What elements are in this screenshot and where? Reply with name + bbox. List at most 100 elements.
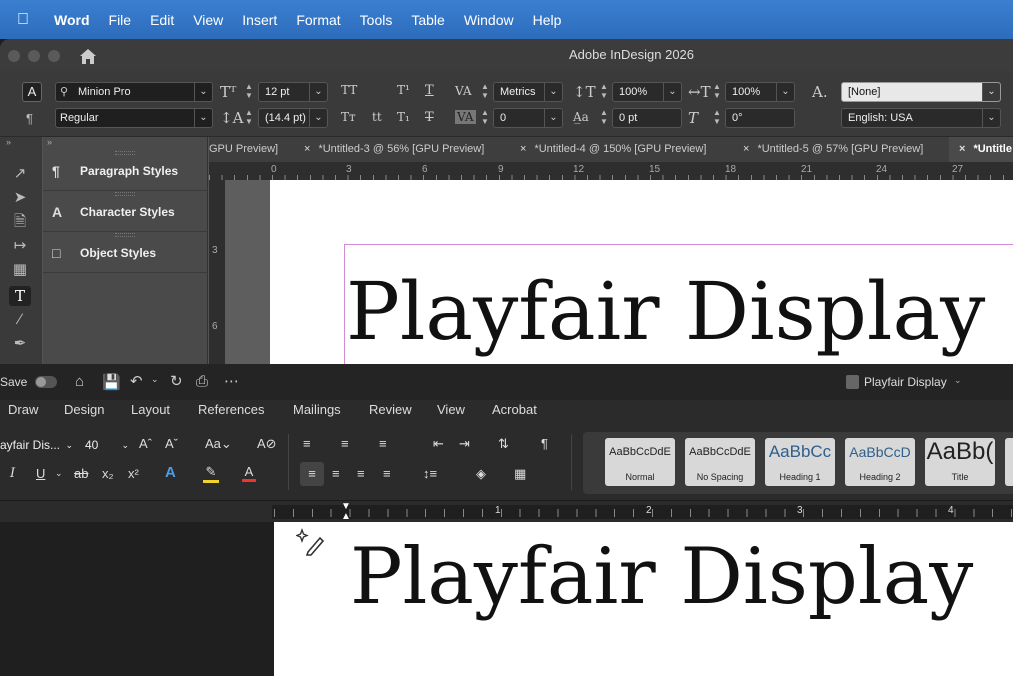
line-tool-icon[interactable]: ∕	[9, 310, 31, 330]
superscript-icon[interactable]: T¹	[397, 83, 410, 97]
character-style-field[interactable]: [None] ⌄	[841, 82, 1001, 102]
superscript-icon[interactable]: x²	[128, 466, 139, 481]
tab-draw[interactable]: Draw	[8, 402, 38, 417]
save-icon[interactable]: 💾	[102, 373, 121, 391]
menu-window[interactable]: Window	[464, 12, 514, 28]
horizontal-scale-stepper[interactable]: ▲ ▼	[711, 82, 723, 102]
chevron-down-icon[interactable]: ⌄	[309, 109, 327, 127]
grow-font-icon[interactable]: Aˆ	[139, 436, 152, 451]
close-icon[interactable]: ×	[743, 143, 749, 155]
chevron-down-icon[interactable]: ⌄	[309, 83, 327, 101]
panel-object-styles[interactable]: □ Object Styles	[43, 233, 208, 273]
skew-field[interactable]: 0°	[725, 108, 795, 128]
tab-view[interactable]: View	[437, 402, 465, 417]
close-icon[interactable]: ×	[959, 143, 965, 155]
increase-indent-icon[interactable]: ⇥	[459, 436, 470, 452]
menu-app-name[interactable]: Word	[54, 12, 90, 28]
home-icon[interactable]: ⌂	[75, 373, 84, 390]
menu-table[interactable]: Table	[411, 12, 444, 28]
strikethrough-icon[interactable]: ab	[74, 466, 88, 481]
chevron-down-icon[interactable]: ⌄	[65, 434, 73, 456]
tab-review[interactable]: Review	[369, 402, 412, 417]
chevron-down-icon[interactable]: ⌄	[544, 83, 562, 101]
panel-paragraph-styles[interactable]: ¶ Paragraph Styles	[43, 151, 208, 191]
leading-stepper[interactable]: ▲ ▼	[243, 108, 255, 128]
change-case-icon[interactable]: Aa⌄	[205, 436, 232, 452]
leading-field[interactable]: (14.4 pt) ⌄	[258, 108, 328, 128]
chevron-down-icon[interactable]: ⌄	[194, 109, 212, 127]
menu-help[interactable]: Help	[533, 12, 562, 28]
kerning-stepper[interactable]: ▲ ▼	[479, 82, 491, 102]
direct-selection-tool-icon[interactable]: ➤	[9, 188, 31, 208]
font-family-field[interactable]: ⚲ Minion Pro ⌄	[55, 82, 213, 102]
shrink-font-icon[interactable]: Aˇ	[165, 436, 178, 451]
menu-tools[interactable]: Tools	[360, 12, 393, 28]
panel-character-styles[interactable]: A Character Styles	[43, 192, 208, 232]
style-normal[interactable]: AaBbCcDdE Normal	[605, 438, 675, 486]
shading-icon[interactable]: ◈	[476, 466, 486, 482]
menu-view[interactable]: View	[193, 12, 223, 28]
language-field[interactable]: English: USA ⌄	[841, 108, 1001, 128]
underline-icon[interactable]: T	[425, 83, 434, 98]
baseline-shift-field[interactable]: 0 pt	[612, 108, 682, 128]
character-mode-icon[interactable]: A	[22, 82, 42, 102]
show-formatting-icon[interactable]: ¶	[541, 436, 548, 451]
collapse-panel-icon[interactable]: »	[6, 137, 11, 147]
borders-icon[interactable]: ▦	[514, 466, 526, 482]
tab-document[interactable]: GPU Preview]	[209, 137, 278, 162]
indent-marker[interactable]: ▼ ▲	[340, 502, 352, 522]
decrease-indent-icon[interactable]: ⇤	[433, 436, 444, 452]
chevron-down-icon[interactable]: ⌄	[544, 109, 562, 127]
numbering-icon[interactable]: ≡	[341, 436, 349, 451]
chevron-down-icon[interactable]: ⌄	[663, 83, 681, 101]
bullets-icon[interactable]: ≡	[303, 436, 311, 451]
tab-design[interactable]: Design	[64, 402, 104, 417]
subscript-icon[interactable]: x₂	[102, 466, 114, 481]
clear-formatting-icon[interactable]: A⊘	[257, 436, 277, 452]
italic-icon[interactable]: I	[10, 466, 15, 481]
chevron-down-icon[interactable]: ⌄	[982, 83, 1000, 101]
highlight-icon[interactable]: ✎	[203, 464, 219, 483]
subscript-icon[interactable]: T₁	[397, 110, 410, 124]
tab-layout[interactable]: Layout	[131, 402, 170, 417]
collapse-panel-icon[interactable]: »	[47, 137, 52, 147]
autosave-toggle[interactable]	[35, 376, 57, 388]
close-icon[interactable]: ×	[304, 143, 310, 155]
style-heading-2[interactable]: AaBbCcD Heading 2	[845, 438, 915, 486]
style-heading-1[interactable]: AaBbCc Heading 1	[765, 438, 835, 486]
chevron-down-icon[interactable]: ⌄	[55, 468, 63, 479]
font-size-stepper[interactable]: ▲ ▼	[243, 82, 255, 102]
baseline-shift-stepper[interactable]: ▲ ▼	[598, 108, 610, 128]
small-caps-icon[interactable]: Tт	[341, 110, 356, 124]
tab-document[interactable]: × *Untitled-5 @ 57% [GPU Preview]	[743, 137, 923, 162]
tab-document[interactable]: × *Untitled-4 @ 150% [GPU Preview]	[520, 137, 706, 162]
indesign-document-text[interactable]: Playfair Display	[346, 267, 985, 357]
align-left-icon[interactable]: ≡	[300, 462, 324, 486]
kerning-field[interactable]: Metrics ⌄	[493, 82, 563, 102]
chevron-down-icon[interactable]: ⌄	[194, 83, 212, 101]
gap-tool-icon[interactable]: ↦	[9, 236, 31, 256]
tab-mailings[interactable]: Mailings	[293, 402, 341, 417]
skew-stepper[interactable]: ▲ ▼	[711, 108, 723, 128]
sort-icon[interactable]: ⇅	[498, 436, 509, 452]
chevron-down-icon[interactable]: ⌄	[954, 375, 962, 386]
justify-icon[interactable]: ≡	[383, 466, 391, 481]
chevron-down-icon[interactable]: ⌄	[776, 83, 794, 101]
multilevel-list-icon[interactable]: ≡	[379, 436, 387, 451]
font-size-field[interactable]: 12 pt ⌄	[258, 82, 328, 102]
tab-document[interactable]: × *Untitled-3 @ 56% [GPU Preview]	[304, 137, 484, 162]
pen-tool-icon[interactable]: ✒	[9, 334, 31, 354]
style-more[interactable]	[1005, 438, 1013, 486]
ligature-icon[interactable]: tt	[372, 110, 382, 124]
horizontal-scale-field[interactable]: 100% ⌄	[725, 82, 795, 102]
font-name-field[interactable]: ayfair Dis... ⌄	[0, 434, 75, 456]
chevron-down-icon[interactable]: ⌄	[151, 374, 159, 385]
menu-format[interactable]: Format	[296, 12, 340, 28]
copilot-sparkle-icon[interactable]	[296, 528, 324, 556]
all-caps-icon[interactable]: TT	[341, 83, 357, 97]
underline-icon[interactable]: U	[36, 466, 45, 481]
text-effects-icon[interactable]: A	[165, 464, 176, 481]
more-icon[interactable]: ⋯	[224, 372, 239, 390]
style-no-spacing[interactable]: AaBbCcDdE No Spacing	[685, 438, 755, 486]
vertical-scale-stepper[interactable]: ▲ ▼	[598, 82, 610, 102]
